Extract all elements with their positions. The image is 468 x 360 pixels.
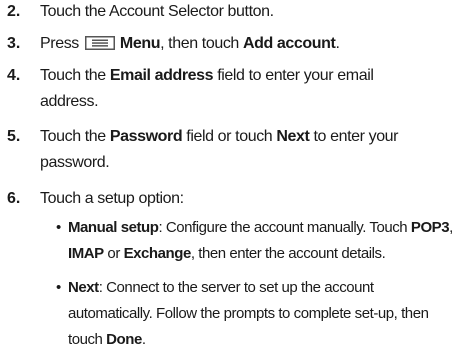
email-address-label: Email address <box>109 67 214 84</box>
menu-label: Menu <box>119 35 161 52</box>
step-text-prefix: Touch the <box>40 67 106 84</box>
step-text-suffix: . <box>335 35 340 52</box>
bullet: • <box>56 219 61 236</box>
step-text-middle: , then touch <box>160 35 239 52</box>
step-text: Touch a setup option: <box>40 190 184 207</box>
step-text-line2: address. <box>40 93 99 110</box>
step-text: Touch the Password field or touch Next t… <box>40 124 460 176</box>
add-account-label: Add account <box>242 35 336 52</box>
bullet: • <box>56 279 61 296</box>
option-title: Next <box>68 279 99 296</box>
option-description-line2: automatically. Follow the prompts to com… <box>68 305 429 322</box>
option-description: : Configure the account manually. Touch <box>158 219 408 236</box>
option-description-line3: touch <box>68 331 103 348</box>
pop3-label: POP3 <box>410 219 450 236</box>
period: . <box>141 331 146 348</box>
step-text-rest: to enter your <box>313 128 399 145</box>
option-description: : Connect to the server to set up the ac… <box>98 279 374 296</box>
step-number: 3. <box>7 35 21 52</box>
step-text: Press Menu, then touch Add account. <box>40 31 460 57</box>
step-text-rest: field to enter your email <box>217 67 374 84</box>
next-label: Next <box>276 128 310 145</box>
step-number: 4. <box>7 67 21 84</box>
exchange-label: Exchange <box>123 245 192 262</box>
step-text-line2: password. <box>40 154 110 171</box>
step-text-prefix: Press <box>40 35 79 52</box>
step-number: 6. <box>7 190 21 207</box>
step-text: Touch the Email address field to enter y… <box>40 63 460 115</box>
imap-label: IMAP <box>68 245 104 262</box>
step-number: 5. <box>7 128 21 145</box>
option-description-rest: , then enter the account details. <box>190 245 386 262</box>
instruction-page: 2. Touch the Account Selector button. 3.… <box>0 0 468 360</box>
step-text-middle: field or touch <box>186 128 273 145</box>
password-label: Password <box>109 128 183 145</box>
comma: , <box>449 219 453 236</box>
option-text: Manual setup: Configure the account manu… <box>68 215 468 267</box>
step-text-prefix: Touch the <box>40 128 106 145</box>
option-text: Next: Connect to the server to set up th… <box>68 275 468 353</box>
option-title: Manual setup <box>68 219 159 236</box>
step-number: 2. <box>7 3 21 20</box>
menu-icon <box>84 36 115 50</box>
done-label: Done <box>106 331 142 348</box>
or-text: or <box>107 245 120 262</box>
step-text: Touch the Account Selector button. <box>40 3 274 20</box>
